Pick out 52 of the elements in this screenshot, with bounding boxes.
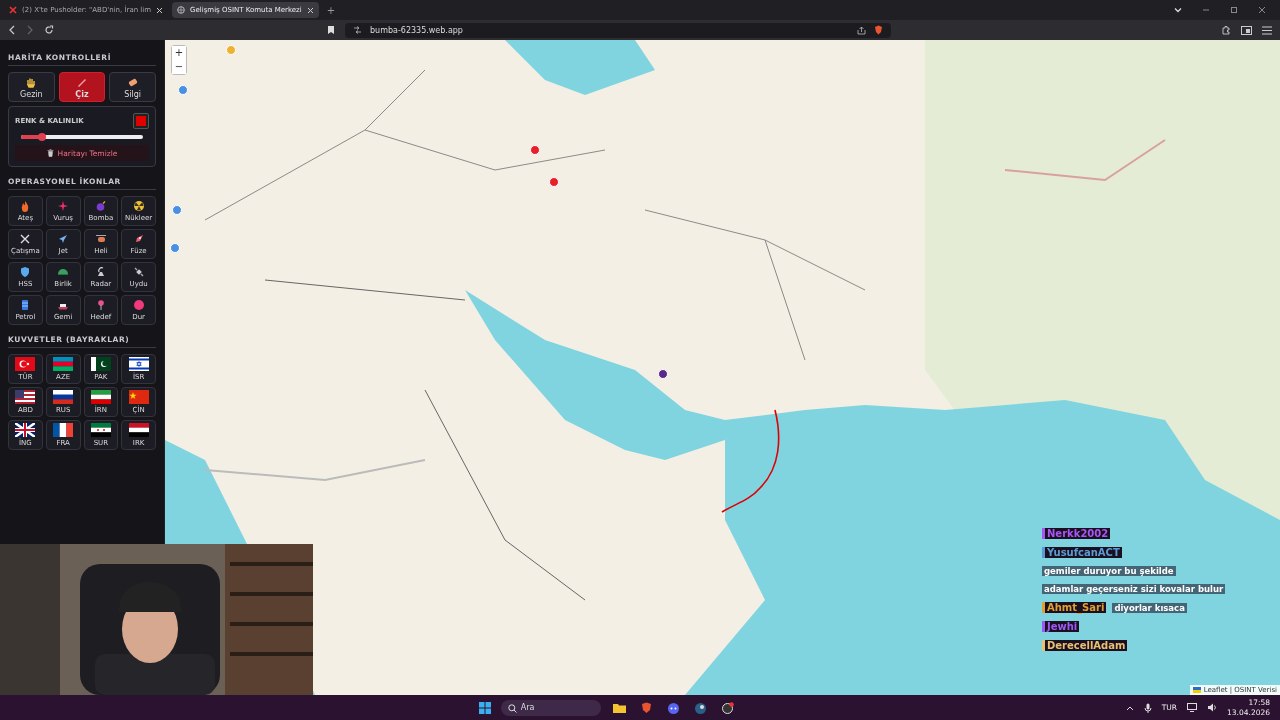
flag-icon bbox=[53, 390, 74, 404]
site-settings-icon bbox=[353, 26, 362, 34]
tool-button[interactable]: Çiz bbox=[58, 72, 106, 102]
dot-icon bbox=[132, 299, 145, 311]
network-icon bbox=[1187, 703, 1198, 712]
flag-icon bbox=[53, 423, 74, 437]
microphone-icon bbox=[1143, 702, 1152, 713]
new-tab-button[interactable]: + bbox=[326, 4, 336, 16]
close-icon bbox=[306, 6, 314, 14]
crossed-swords-icon bbox=[19, 233, 32, 245]
chevron-down-icon bbox=[1174, 6, 1182, 14]
flag-icon bbox=[128, 423, 149, 437]
flag-icon bbox=[128, 357, 149, 371]
helicopter-icon bbox=[94, 233, 107, 245]
forward-icon bbox=[26, 25, 34, 35]
search-field[interactable]: Ara bbox=[500, 699, 601, 716]
radiation-icon bbox=[132, 200, 145, 212]
minimize-icon bbox=[1202, 6, 1210, 14]
color-picker[interactable] bbox=[133, 113, 149, 129]
record-icon bbox=[720, 701, 734, 714]
speaker-icon bbox=[1207, 703, 1218, 712]
menu-icon bbox=[1262, 25, 1272, 35]
thickness-slider[interactable] bbox=[21, 135, 143, 139]
globe-icon bbox=[177, 6, 186, 14]
shield-icon bbox=[19, 266, 32, 278]
trash-icon bbox=[46, 149, 54, 157]
back-icon bbox=[8, 25, 16, 35]
chevron-up-icon bbox=[1125, 704, 1134, 711]
share-icon bbox=[857, 25, 866, 35]
extension-icon bbox=[1221, 25, 1231, 35]
bookmark-icon bbox=[327, 25, 335, 35]
tool-button[interactable]: Gezin bbox=[8, 72, 55, 102]
flag-icon bbox=[53, 357, 74, 371]
satellite-icon bbox=[132, 266, 145, 278]
flag-icon bbox=[90, 423, 111, 437]
close-icon bbox=[156, 6, 164, 14]
flag-icon bbox=[128, 390, 149, 404]
flag-icon bbox=[15, 357, 36, 371]
maximize-icon bbox=[1230, 6, 1238, 14]
folder-icon bbox=[612, 701, 626, 714]
helmet-icon bbox=[57, 266, 70, 278]
flag-icon bbox=[90, 390, 111, 404]
bomb-icon bbox=[94, 200, 107, 212]
address-bar[interactable]: bumba-62335.web.app bbox=[345, 22, 891, 38]
start-icon bbox=[478, 701, 491, 714]
flag-icon bbox=[15, 390, 36, 404]
tool-button[interactable]: Silgi bbox=[109, 72, 156, 102]
jet-icon bbox=[57, 233, 70, 245]
reload-icon bbox=[44, 25, 54, 35]
flag-icon bbox=[90, 357, 111, 371]
flag-icon bbox=[15, 423, 36, 437]
close-icon bbox=[1258, 6, 1266, 14]
